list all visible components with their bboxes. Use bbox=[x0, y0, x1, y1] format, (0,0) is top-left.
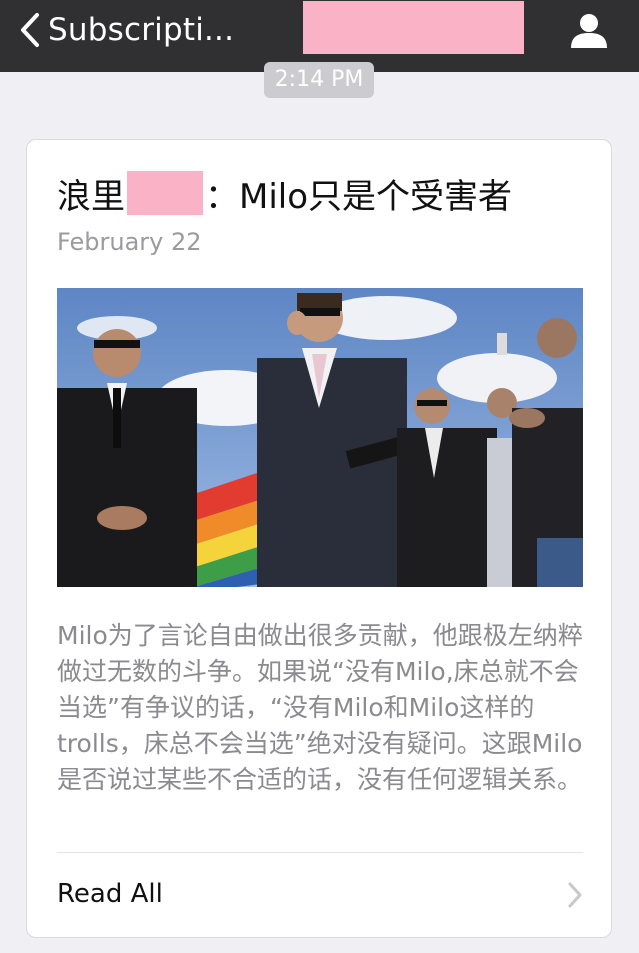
redacted-account-name bbox=[303, 1, 524, 54]
article-date: February 22 bbox=[57, 228, 202, 256]
article-title-prefix: 浪里 bbox=[57, 176, 125, 217]
article-digest: Milo为了言论自由做出很多贡献，他跟极左纳粹做过无数的斗争。如果说“没有Mil… bbox=[57, 621, 583, 794]
article-card[interactable]: 浪里 ：Milo只是个受害者 February 22 Milo为了言论自由做出很… bbox=[26, 139, 612, 938]
back-button[interactable]: Subscripti... bbox=[18, 10, 234, 50]
article-title[interactable]: 浪里 ：Milo只是个受害者 bbox=[57, 170, 513, 217]
redacted-title-text bbox=[127, 171, 203, 215]
timestamp-badge: 2:14 PM bbox=[264, 62, 374, 98]
chevron-right-icon bbox=[568, 882, 582, 908]
person-icon bbox=[571, 14, 607, 48]
chevron-left-icon bbox=[21, 13, 39, 47]
back-label: Subscripti... bbox=[48, 12, 235, 48]
read-all-button[interactable]: Read All bbox=[27, 853, 611, 937]
read-all-label: Read All bbox=[57, 879, 163, 909]
profile-button[interactable] bbox=[569, 10, 609, 50]
cover-image[interactable] bbox=[57, 288, 583, 587]
article-title-suffix: ：Milo只是个受害者 bbox=[205, 176, 513, 217]
cover-photo bbox=[57, 288, 583, 587]
